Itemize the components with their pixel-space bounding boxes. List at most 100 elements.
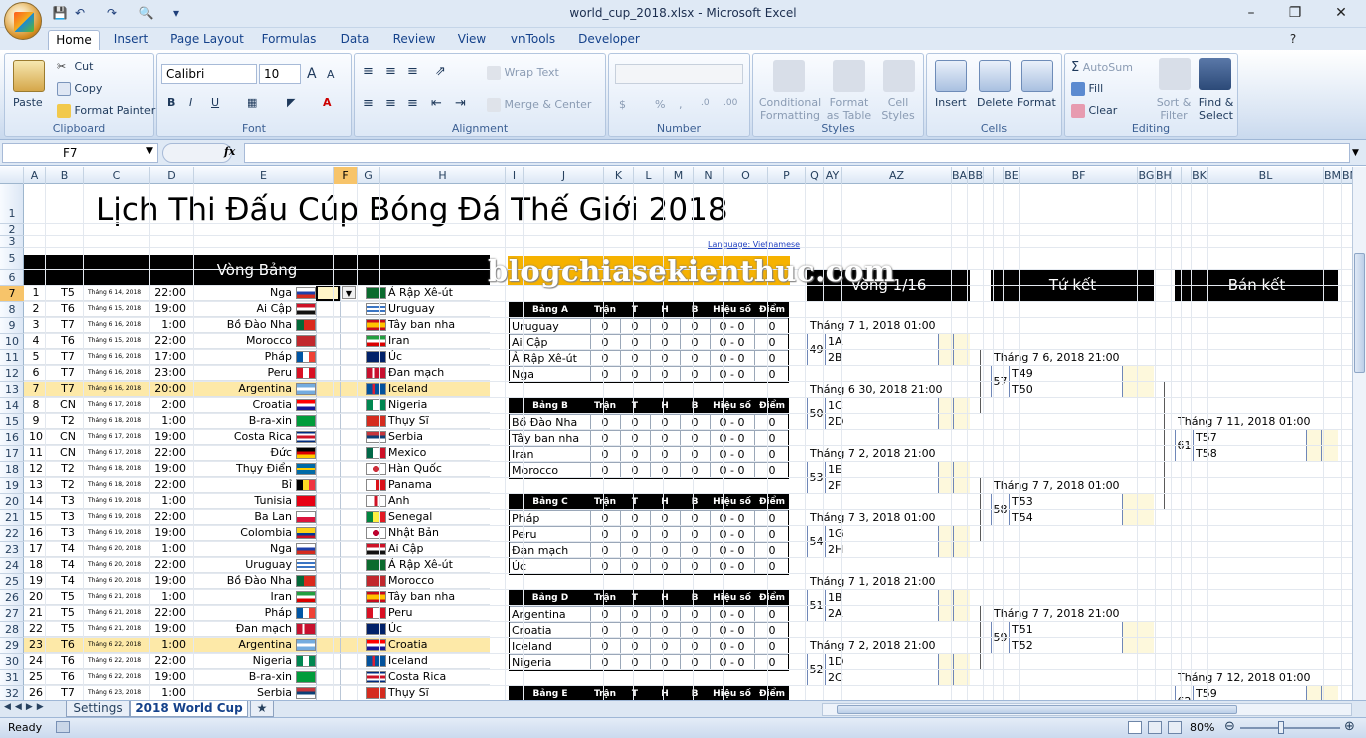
format-button[interactable]: Format xyxy=(1017,96,1056,109)
find-select-button[interactable]: Find & Select xyxy=(1195,96,1237,122)
cut-button[interactable]: ✂ Cut xyxy=(57,60,93,74)
away-score-cell[interactable] xyxy=(340,557,364,573)
align-left-icon[interactable]: ≡ xyxy=(363,96,374,111)
away-score-cell[interactable] xyxy=(340,445,364,461)
bold-button[interactable]: B xyxy=(167,96,175,109)
away-score-cell[interactable] xyxy=(340,413,364,429)
home-score-cell[interactable] xyxy=(316,317,340,333)
tab-vntools[interactable]: vnTools xyxy=(504,30,562,50)
conditional-formatting-button[interactable]: Conditional Formatting xyxy=(757,96,823,122)
row-header-8[interactable]: 8 xyxy=(0,302,24,318)
delete-button[interactable]: Delete xyxy=(977,96,1013,109)
paste-button[interactable]: Paste xyxy=(13,96,43,109)
row-header-19[interactable]: 19 xyxy=(0,478,24,494)
column-header-h[interactable]: H xyxy=(380,167,506,184)
tab-review[interactable]: Review xyxy=(388,30,440,50)
row-header-16[interactable]: 16 xyxy=(0,430,24,446)
column-header-m[interactable]: M xyxy=(664,167,694,184)
horizontal-scroll-thumb[interactable] xyxy=(837,705,1237,714)
column-header-bc[interactable] xyxy=(984,167,994,184)
zoom-slider-track[interactable] xyxy=(1240,727,1340,729)
column-header-l[interactable]: L xyxy=(634,167,664,184)
away-score-cell[interactable] xyxy=(340,541,364,557)
fill-button[interactable]: Fill xyxy=(1071,82,1103,96)
away-score-cell[interactable] xyxy=(340,653,364,669)
column-header-bd[interactable] xyxy=(994,167,1004,184)
away-score-cell[interactable] xyxy=(340,397,364,413)
decrease-decimal-icon[interactable]: .00 xyxy=(723,98,737,108)
row-header-18[interactable]: 18 xyxy=(0,462,24,478)
home-score-cell[interactable] xyxy=(316,669,340,685)
sort-filter-button[interactable]: Sort & Filter xyxy=(1153,96,1195,122)
column-header-ba[interactable]: BA xyxy=(952,167,968,184)
away-score-cell[interactable] xyxy=(340,621,364,637)
away-score-cell[interactable] xyxy=(340,461,364,477)
shrink-font-button[interactable]: A xyxy=(327,68,335,81)
home-score-cell[interactable] xyxy=(316,589,340,605)
column-header-be[interactable]: BE xyxy=(1004,167,1020,184)
zoom-out-icon[interactable]: ⊖ xyxy=(1224,719,1235,734)
align-center-icon[interactable]: ≡ xyxy=(385,96,396,111)
column-header-bk[interactable]: BK xyxy=(1192,167,1208,184)
away-score-cell[interactable] xyxy=(340,637,364,653)
tab-home[interactable]: Home xyxy=(48,30,100,50)
cell-styles-icon[interactable] xyxy=(883,60,915,92)
row-header-12[interactable]: 12 xyxy=(0,366,24,382)
tab-formulas[interactable]: Formulas xyxy=(256,30,322,50)
row-header-6[interactable]: 6 xyxy=(0,270,24,286)
column-header-j[interactable]: J xyxy=(524,167,604,184)
away-score-cell[interactable] xyxy=(340,685,364,700)
sort-filter-icon[interactable] xyxy=(1159,58,1191,90)
home-score-cell[interactable] xyxy=(316,605,340,621)
align-top-icon[interactable]: ≡ xyxy=(363,64,374,79)
row-header-11[interactable]: 11 xyxy=(0,350,24,366)
home-score-cell[interactable] xyxy=(316,397,340,413)
borders-icon[interactable]: ▦ xyxy=(247,96,257,109)
font-name-select[interactable]: Calibri xyxy=(161,64,257,84)
column-header-o[interactable]: O xyxy=(724,167,768,184)
vertical-scroll-thumb[interactable] xyxy=(1354,253,1365,373)
home-score-cell[interactable] xyxy=(316,477,340,493)
column-header-bh[interactable]: BH xyxy=(1156,167,1172,184)
column-header-bf[interactable]: BF xyxy=(1020,167,1138,184)
help-icon[interactable]: ? xyxy=(1278,29,1308,49)
comma-button[interactable]: , xyxy=(679,98,683,111)
row-header-22[interactable]: 22 xyxy=(0,526,24,542)
column-header-az[interactable]: AZ xyxy=(842,167,952,184)
sheet-tab-world-cup[interactable]: 2018 World Cup xyxy=(130,701,248,717)
cell-styles-button[interactable]: Cell Styles xyxy=(875,96,921,122)
home-score-cell[interactable] xyxy=(316,429,340,445)
page-break-view-icon[interactable] xyxy=(1168,721,1182,734)
home-score-cell[interactable] xyxy=(316,637,340,653)
increase-indent-icon[interactable]: ⇥ xyxy=(455,96,466,111)
row-header-17[interactable]: 17 xyxy=(0,446,24,462)
grow-font-button[interactable]: A xyxy=(307,66,317,82)
row-header-9[interactable]: 9 xyxy=(0,318,24,334)
tab-developer[interactable]: Developer xyxy=(574,30,644,50)
increase-decimal-icon[interactable]: .0 xyxy=(701,98,710,108)
row-header-3[interactable]: 3 xyxy=(0,236,24,248)
insert-function-icon[interactable]: fx xyxy=(224,145,235,158)
font-size-select[interactable]: 10 xyxy=(259,64,301,84)
row-header-28[interactable]: 28 xyxy=(0,622,24,638)
row-header-5[interactable]: 5 xyxy=(0,248,24,270)
column-header-p[interactable]: P xyxy=(768,167,806,184)
office-button[interactable] xyxy=(4,2,42,40)
home-score-cell[interactable] xyxy=(316,573,340,589)
home-score-cell[interactable] xyxy=(316,557,340,573)
home-score-cell[interactable] xyxy=(316,381,340,397)
column-header-q[interactable]: Q xyxy=(806,167,824,184)
delete-cells-icon[interactable] xyxy=(979,60,1011,92)
format-as-table-button[interactable]: Format as Table xyxy=(823,96,875,122)
decrease-indent-icon[interactable]: ⇤ xyxy=(431,96,442,111)
autosum-button[interactable]: Σ AutoSum xyxy=(1071,60,1133,75)
column-header-c[interactable]: C xyxy=(84,167,150,184)
macro-record-icon[interactable] xyxy=(56,721,70,733)
format-cells-icon[interactable] xyxy=(1021,60,1053,92)
insert-button[interactable]: Insert xyxy=(935,96,967,109)
home-score-cell[interactable] xyxy=(316,541,340,557)
format-as-table-icon[interactable] xyxy=(833,60,865,92)
row-header-27[interactable]: 27 xyxy=(0,606,24,622)
away-score-cell[interactable] xyxy=(340,573,364,589)
clear-button[interactable]: Clear xyxy=(1071,104,1117,118)
